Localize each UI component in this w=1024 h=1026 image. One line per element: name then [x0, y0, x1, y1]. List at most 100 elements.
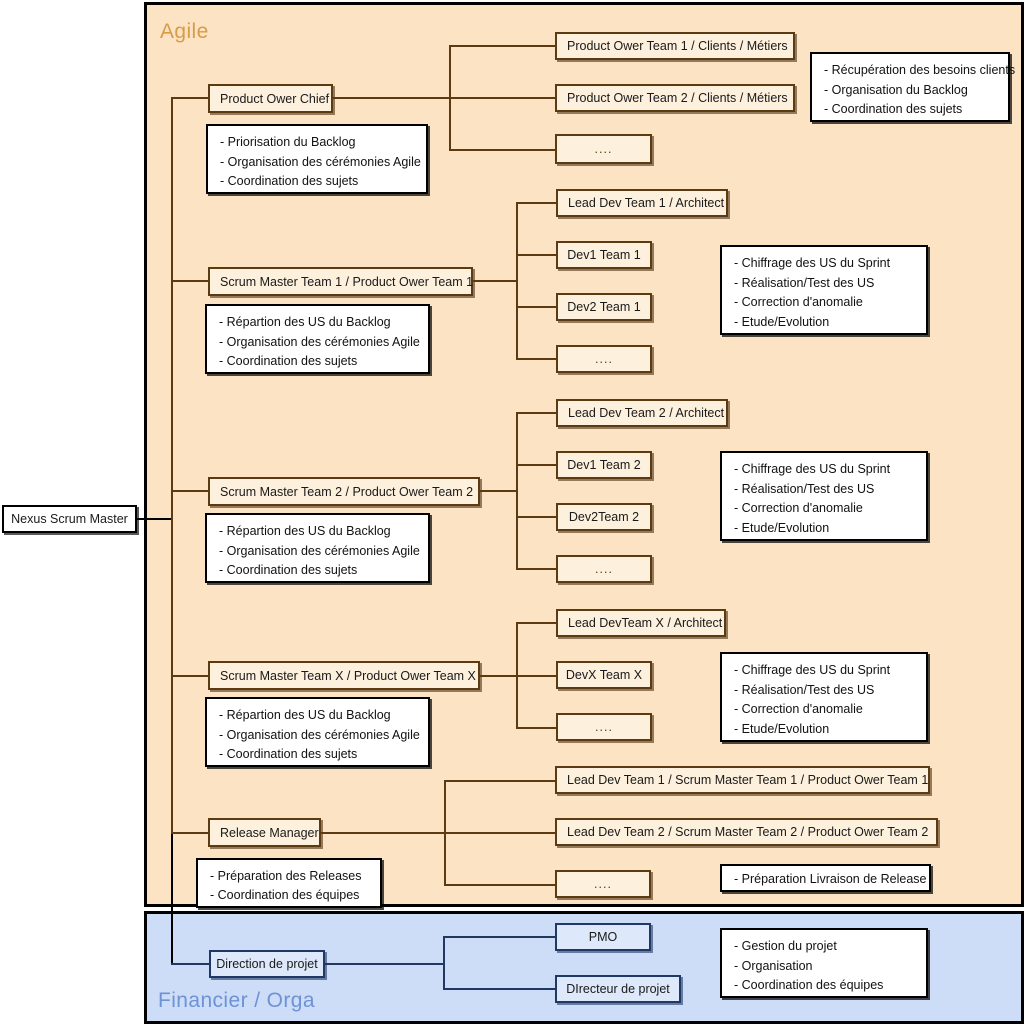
connector-direction-out [325, 963, 445, 965]
node-dev2-team-1[interactable]: Dev2 Team 1 [556, 293, 652, 321]
connector-scrum-x-member-2 [516, 675, 556, 677]
node-label: Scrum Master Team 1 / Product Ower Team … [220, 274, 474, 289]
note-line: - Coordination des sujets [824, 102, 963, 116]
note-line: - Organisation du Backlog [824, 82, 968, 97]
note-line: - Chiffrage des US du Sprint [734, 256, 891, 270]
node-dev2-team-2[interactable]: Dev2Team 2 [556, 503, 652, 531]
note-line: - Organisation [734, 958, 813, 973]
node-team-x-members-more[interactable]: .... [556, 713, 652, 741]
connector-po-chief-out [333, 97, 451, 99]
note-line: - Préparation Livraison de Release [734, 872, 927, 886]
node-label: Dev2 Team 1 [567, 300, 641, 314]
connector-scrum-2-member-2 [516, 464, 556, 466]
note-line: - Correction d'anomalie [734, 501, 863, 515]
connector-scrum-1-out [473, 280, 518, 282]
node-label: Product Ower Team 2 / Clients / Métiers [567, 91, 788, 105]
connector-po-child-3 [449, 149, 555, 151]
connector-scrum-2-out [480, 490, 518, 492]
node-label: Lead Dev Team 2 / Scrum Master Team 2 / … [567, 825, 929, 839]
connector-scrum-1-member-3 [516, 306, 556, 308]
note-line: - Organisation des cérémonies Agile [220, 154, 421, 169]
note-line: - Répartion des US du Backlog [219, 708, 391, 722]
connector-release-child-3 [444, 884, 555, 886]
connector-release-child-1 [444, 780, 555, 782]
connector-scrum-2-spine [516, 412, 518, 568]
connector-financier-children-spine [443, 936, 445, 988]
node-scrum-master-team-x[interactable]: Scrum Master Team X / Product Ower Team … [208, 661, 480, 690]
note-line: - Chiffrage des US du Sprint [734, 462, 891, 476]
note-release-children: - Préparation Livraison de Release [720, 864, 931, 892]
connector-trunk-to-po-chief [171, 97, 208, 99]
node-label: .... [594, 877, 612, 891]
node-label: Product Ower Team 1 / Clients / Métiers [567, 39, 788, 53]
note-line: - Correction d'anomalie [734, 295, 863, 309]
note-line: - Réalisation/Test des US [734, 481, 875, 496]
node-scrum-master-team-2[interactable]: Scrum Master Team 2 / Product Ower Team … [208, 477, 480, 506]
connector-scrum-1-member-4 [516, 358, 556, 360]
node-label: .... [595, 562, 613, 576]
panel-title-financier-orga: Financier / Orga [158, 989, 315, 1012]
node-label: Dev1 Team 1 [567, 248, 641, 262]
node-pmo[interactable]: PMO [555, 923, 651, 951]
note-team-x-members: - Chiffrage des US du Sprint - Réalisati… [720, 652, 928, 742]
note-line: - Organisation des cérémonies Agile [219, 543, 420, 558]
node-label: Direction de projet [216, 957, 318, 971]
node-label: Lead Dev Team 1 / Scrum Master Team 1 / … [567, 773, 929, 787]
node-scrum-master-team-1[interactable]: Scrum Master Team 1 / Product Ower Team … [208, 267, 473, 296]
node-label: Lead DevTeam X / Architect [568, 616, 723, 630]
node-lead-dev-team-2[interactable]: Lead Dev Team 2 / Architect [556, 399, 728, 427]
connector-trunk-to-direction [171, 963, 211, 965]
note-line: - Etude/Evolution [734, 721, 830, 736]
node-team-2-members-more[interactable]: .... [556, 555, 652, 583]
node-label: PMO [588, 930, 618, 944]
node-product-owner-chief[interactable]: Product Ower Chief [208, 84, 333, 113]
node-product-owner-team-1[interactable]: Product Ower Team 1 / Clients / Métiers [555, 32, 795, 60]
connector-scrum-1-spine [516, 202, 518, 358]
note-line: - Préparation des Releases [210, 869, 362, 883]
note-line: - Etude/Evolution [734, 520, 830, 535]
node-lead-dev-team-x[interactable]: Lead DevTeam X / Architect [556, 609, 726, 637]
node-devx-team-x[interactable]: DevX Team X [556, 661, 652, 689]
node-dev1-team-2[interactable]: Dev1 Team 2 [556, 451, 652, 479]
note-line: - Organisation des cérémonies Agile [219, 727, 420, 742]
node-release-team-1[interactable]: Lead Dev Team 1 / Scrum Master Team 1 / … [555, 766, 930, 794]
node-label: Nexus Scrum Master [11, 512, 128, 526]
connector-scrum-x-out [480, 675, 518, 677]
note-team-1-members: - Chiffrage des US du Sprint - Réalisati… [720, 245, 928, 335]
note-scrum-master-team-2: - Répartion des US du Backlog - Organisa… [205, 513, 430, 583]
node-label: Dev1 Team 2 [567, 458, 641, 472]
connector-po-child-2 [449, 97, 555, 99]
note-product-owner-chief: - Priorisation du Backlog - Organisation… [206, 124, 428, 194]
node-label: Dev2Team 2 [568, 510, 640, 524]
note-financier-children: - Gestion du projet - Organisation - Coo… [720, 928, 928, 998]
node-nexus-scrum-master[interactable]: Nexus Scrum Master [2, 505, 137, 533]
node-dev1-team-1[interactable]: Dev1 Team 1 [556, 241, 652, 269]
connector-scrum-x-member-3 [516, 727, 556, 729]
node-direction-de-projet[interactable]: Direction de projet [209, 950, 325, 978]
node-label: Release Manager [220, 825, 319, 840]
connector-release-manager-out [321, 832, 446, 834]
note-line: - Coordination des sujets [219, 354, 358, 368]
node-team-1-members-more[interactable]: .... [556, 345, 652, 373]
node-release-team-2[interactable]: Lead Dev Team 2 / Scrum Master Team 2 / … [555, 818, 938, 846]
connector-scrum-2-member-4 [516, 568, 556, 570]
note-line: - Organisation des cérémonies Agile [219, 334, 420, 349]
note-line: - Répartion des US du Backlog [219, 315, 391, 329]
note-release-manager: - Préparation des Releases - Coordinatio… [196, 858, 382, 908]
node-product-owner-team-2[interactable]: Product Ower Team 2 / Clients / Métiers [555, 84, 795, 112]
connector-financier-child-2 [443, 988, 555, 990]
node-release-team-more[interactable]: .... [555, 870, 651, 898]
node-release-manager[interactable]: Release Manager [208, 818, 321, 847]
note-line: - Coordination des sujets [219, 747, 358, 761]
note-line: - Coordination des sujets [220, 174, 359, 188]
note-line: - Récupération des besoins clients [824, 63, 1016, 77]
connector-trunk-to-release-manager [171, 832, 208, 834]
note-line: - Réalisation/Test des US [734, 682, 875, 697]
node-product-owner-team-more[interactable]: .... [555, 134, 652, 164]
node-label: DevX Team X [565, 668, 643, 682]
node-label: Lead Dev Team 2 / Architect [568, 406, 725, 420]
note-line: - Etude/Evolution [734, 314, 830, 329]
diagram-canvas: Nexus Scrum Master Product Ower Chief - … [0, 0, 1024, 1026]
node-directeur-de-projet[interactable]: DIrecteur de projet [555, 975, 681, 1003]
node-lead-dev-team-1[interactable]: Lead Dev Team 1 / Architect [556, 189, 728, 217]
